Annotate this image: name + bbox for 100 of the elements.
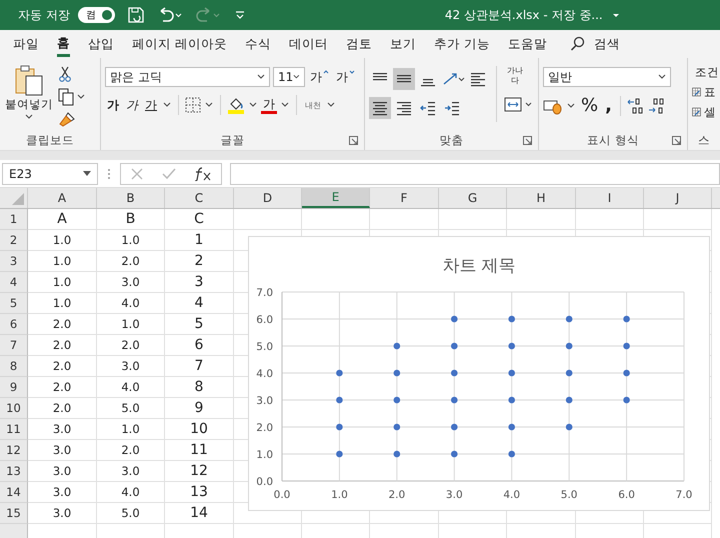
- x-axis-label: 1.0: [331, 489, 348, 501]
- column-header[interactable]: J: [644, 188, 712, 208]
- column-header[interactable]: F: [370, 188, 439, 208]
- ribbon-tab[interactable]: 보기: [390, 31, 416, 57]
- border-icon[interactable]: [185, 97, 201, 113]
- ribbon-tab[interactable]: 수식: [244, 31, 271, 57]
- decrease-font-button[interactable]: 가: [334, 68, 357, 86]
- paste-label[interactable]: 붙여넣기: [5, 97, 53, 112]
- name-box[interactable]: E23: [2, 162, 98, 184]
- row-header[interactable]: 9: [0, 377, 28, 398]
- style-item[interactable]: 표: [704, 84, 716, 100]
- dialog-launcher-icon[interactable]: [672, 136, 681, 145]
- caret-icon[interactable]: [24, 113, 34, 121]
- fill-color-icon[interactable]: [227, 96, 245, 114]
- table-cell: 3.0: [28, 419, 97, 440]
- search-label[interactable]: 검색: [594, 27, 620, 61]
- caret-icon[interactable]: [566, 102, 576, 110]
- align-icon[interactable]: [369, 97, 391, 119]
- column-header[interactable]: B: [97, 188, 165, 208]
- x-axis-label: 5.0: [560, 489, 578, 501]
- chart-background[interactable]: 차트 제목 0.0 1.0 2.0 3.0 4.0 5.0 6.0 7.0 0.0 1.0 2.0 3.0 4.0 5.0 6.0 7.0: [248, 236, 710, 511]
- style-item[interactable]: 조건: [695, 64, 719, 80]
- caret-icon[interactable]: [326, 101, 336, 109]
- caret-icon[interactable]: [257, 74, 265, 80]
- phonetic-button[interactable]: 내천: [303, 100, 323, 110]
- row-header[interactable]: 7: [0, 335, 28, 356]
- table-cell: 3.0: [97, 356, 165, 377]
- search-icon[interactable]: [570, 36, 586, 52]
- row-header[interactable]: 15: [0, 503, 28, 524]
- row-header[interactable]: 5: [0, 293, 28, 314]
- ribbon-tab[interactable]: 데이터: [288, 31, 328, 57]
- scissors-icon[interactable]: [58, 65, 72, 83]
- save-icon[interactable]: [126, 6, 145, 24]
- column-header[interactable]: H: [507, 188, 576, 208]
- caret-icon[interactable]: [162, 101, 172, 109]
- table-cell: 4.0: [97, 293, 165, 314]
- table-cell: 1.0: [97, 230, 165, 251]
- font-color-button[interactable]: 가: [261, 96, 277, 114]
- dialog-launcher-icon[interactable]: [523, 136, 532, 145]
- column-header[interactable]: I: [576, 188, 644, 208]
- caret-icon[interactable]: [76, 93, 86, 101]
- autosave-toggle[interactable]: 켬: [78, 7, 115, 23]
- row-header[interactable]: 14: [0, 482, 28, 503]
- caret-icon[interactable]: [280, 101, 290, 109]
- y-axis-label: 7.0: [256, 287, 273, 299]
- column-header[interactable]: C: [165, 188, 234, 208]
- wrap-text-button[interactable]: 가나다: [504, 66, 526, 86]
- ribbon-tab[interactable]: 페이지 레이아웃: [132, 31, 227, 57]
- increase-decimal-icon[interactable]: [626, 96, 645, 114]
- table-cell: 3: [165, 272, 234, 293]
- row-header[interactable]: 11: [0, 419, 28, 440]
- x-axis-label: 2.0: [388, 489, 406, 501]
- group-label: 표시 형식: [587, 132, 639, 148]
- copy-icon[interactable]: [58, 88, 74, 106]
- row-header[interactable]: 4: [0, 272, 28, 293]
- row-header[interactable]: 13: [0, 461, 28, 482]
- row-header[interactable]: 10: [0, 398, 28, 419]
- comma-button[interactable]: ,: [603, 95, 614, 116]
- column-header[interactable]: E: [302, 188, 370, 208]
- table-cell: 1.0: [28, 230, 97, 251]
- row-header[interactable]: 12: [0, 440, 28, 461]
- row-header[interactable]: 1: [0, 209, 28, 230]
- bold-button[interactable]: 가: [105, 96, 121, 114]
- font-size-field[interactable]: 11: [273, 67, 305, 87]
- ribbon-tab[interactable]: 추가 기능: [434, 31, 490, 57]
- row-header[interactable]: 2: [0, 230, 28, 251]
- number-format-field[interactable]: 일반: [543, 67, 671, 87]
- ribbon-tab[interactable]: 검토: [346, 31, 372, 57]
- table-cell: C: [165, 209, 234, 230]
- caret-icon[interactable]: [83, 170, 91, 176]
- align-icon[interactable]: [393, 68, 415, 90]
- column-header[interactable]: G: [439, 188, 507, 208]
- x-axis-label: 7.0: [676, 489, 692, 501]
- function-icon[interactable]: [194, 166, 212, 180]
- caret-icon[interactable]: [658, 74, 666, 80]
- table-cell: 1.0: [97, 419, 165, 440]
- caret-icon[interactable]: [293, 74, 300, 80]
- paste-icon[interactable]: [14, 64, 44, 96]
- increase-font-button[interactable]: 가: [308, 68, 331, 86]
- italic-button[interactable]: 가: [124, 96, 140, 114]
- formula-input[interactable]: [230, 162, 720, 184]
- caret-icon[interactable]: [248, 101, 258, 109]
- y-axis-label: 1.0: [256, 449, 273, 461]
- row-header[interactable]: 8: [0, 356, 28, 377]
- ribbon-tab[interactable]: 도움말: [508, 31, 547, 57]
- dialog-launcher-icon[interactable]: [349, 136, 358, 145]
- style-item[interactable]: 셀: [704, 104, 716, 120]
- caret-icon[interactable]: [204, 101, 214, 109]
- decrease-decimal-icon[interactable]: [648, 96, 666, 114]
- ribbon-tab[interactable]: 삽입: [88, 31, 114, 57]
- merge-icon[interactable]: [504, 96, 534, 114]
- percent-button[interactable]: %: [579, 95, 600, 116]
- ribbon-tab[interactable]: 파일: [13, 31, 39, 57]
- column-header[interactable]: A: [28, 188, 97, 208]
- table-cell: 8: [165, 377, 234, 398]
- row-header[interactable]: 3: [0, 251, 28, 272]
- font-name-field[interactable]: 맑은 고딕: [105, 67, 270, 87]
- underline-button[interactable]: 가: [143, 96, 159, 114]
- row-header[interactable]: 6: [0, 314, 28, 335]
- brush-icon[interactable]: [58, 111, 76, 127]
